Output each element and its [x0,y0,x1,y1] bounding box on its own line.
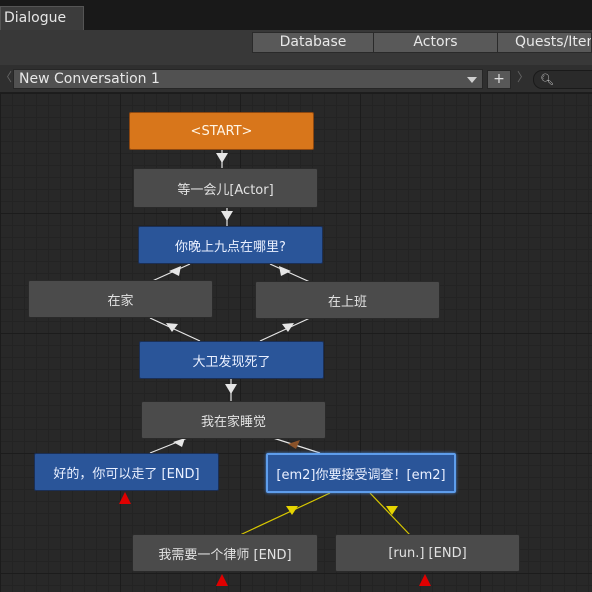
node-start-label: <START> [190,123,253,139]
node-run-end[interactable]: [run.] [END] [335,534,520,572]
node-investigate-label: [em2]你要接受调查！[em2] [276,467,446,483]
node-lawyer-end[interactable]: 我需要一个律师 [END] [132,534,318,572]
node-lawyer-end-label: 我需要一个律师 [END] [158,547,292,563]
link-home-david [149,317,201,342]
arrow-icon [216,153,228,163]
end-marker-icon [119,492,131,504]
node-wait-label: 等一会儿[Actor] [177,182,274,198]
node-ok-end[interactable]: 好的，你可以走了 [END] [34,453,219,491]
node-sleep[interactable]: 我在家睡觉 [141,401,326,439]
node-investigate[interactable]: [em2]你要接受调查！[em2] [266,453,456,493]
link-work-david [259,317,311,342]
link-question-work [269,263,311,283]
arrow-icon [288,440,300,449]
arrow-icon [386,506,398,515]
node-home-label: 在家 [107,293,134,309]
node-home[interactable]: 在家 [28,280,213,318]
arrow-icon [279,266,291,276]
node-ok-end-label: 好的，你可以走了 [END] [53,466,200,482]
node-wait[interactable]: 等一会儿[Actor] [133,168,318,208]
node-run-end-label: [run.] [END] [388,545,467,561]
end-marker-icon [216,574,228,586]
node-work[interactable]: 在上班 [255,281,440,319]
node-david-label: 大卫发现死了 [192,354,271,370]
end-marker-icon [419,574,431,586]
arrow-icon [221,211,233,221]
link-investigate-run [369,492,411,536]
arrow-icon [286,506,298,515]
arrow-icon [173,438,185,447]
node-sleep-label: 我在家睡觉 [200,414,266,430]
node-question-label: 你晚上九点在哪里? [175,239,286,255]
node-start[interactable]: <START> [129,112,314,150]
arrow-icon [225,384,237,394]
node-david[interactable]: 大卫发现死了 [139,341,324,379]
node-question[interactable]: 你晚上九点在哪里? [138,226,323,264]
arrow-icon [169,266,181,276]
link-investigate-lawyer [239,492,331,536]
node-work-label: 在上班 [327,294,367,310]
